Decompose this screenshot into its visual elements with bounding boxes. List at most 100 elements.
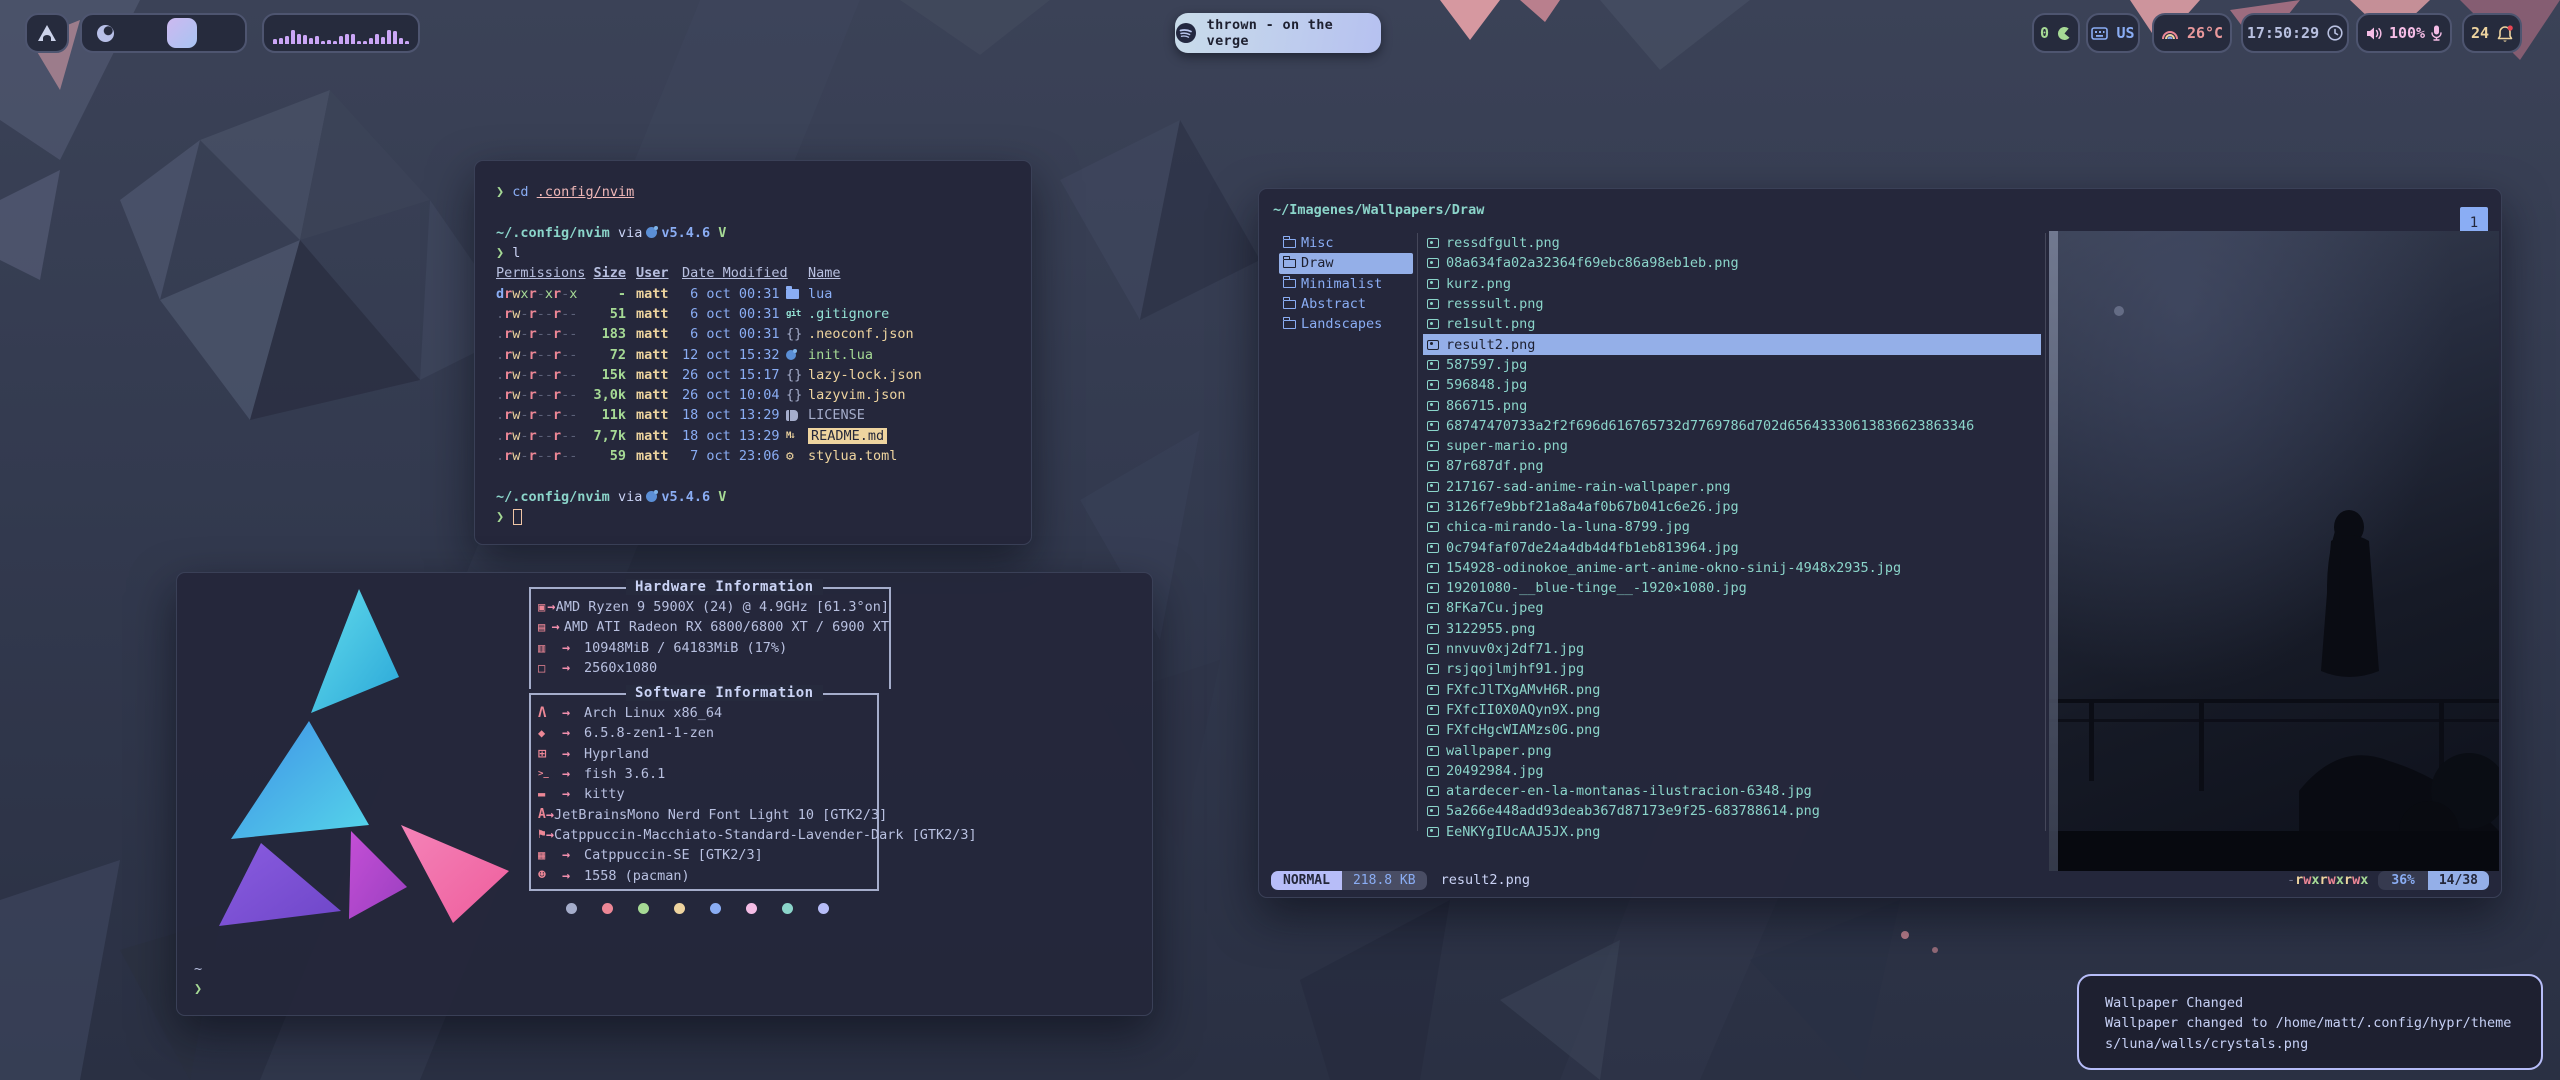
workspace-button[interactable] — [211, 18, 233, 48]
fetch-row: → 6.5.8-zen1-1-zen — [531, 723, 877, 743]
image-file-icon — [1427, 766, 1439, 776]
file-row[interactable]: re1sult.png — [1423, 314, 2041, 334]
software-info-box: Software Information → Arch Linux x86_64… — [529, 693, 879, 891]
image-file-icon — [1427, 603, 1439, 613]
file-name: 3122955.png — [1446, 621, 1535, 637]
fetch-row: → 2560x1080 — [531, 658, 889, 678]
terminal-cursor[interactable] — [513, 509, 522, 525]
file-owner: matt — [636, 387, 674, 403]
visualizer-bar — [351, 34, 355, 44]
file-row[interactable]: 3126f7e9bbf21a8a4af0b67b041c6e26.jpg — [1423, 497, 2041, 517]
visualizer-bar — [327, 40, 331, 44]
sidebar-folder[interactable]: Misc — [1279, 233, 1413, 253]
media-player-pill[interactable]: thrown - on the verge — [1175, 13, 1381, 53]
visualizer-bar — [363, 41, 367, 44]
file-row[interactable]: FXfcII0X0AQyn9X.png — [1423, 700, 2041, 720]
pacman-icon — [2057, 26, 2072, 41]
file-row[interactable]: nnvuv0xj2df71.jpg — [1423, 639, 2041, 659]
memory-icon — [538, 641, 562, 655]
file-row[interactable]: FXfcJlTXgAMvH6R.png — [1423, 680, 2041, 700]
markdown-icon — [786, 431, 795, 441]
fetch-value: Catppuccin-Macchiato-Standard-Lavender-D… — [554, 827, 977, 843]
file-row[interactable]: resssult.png — [1423, 294, 2041, 314]
updates-module[interactable]: 0 — [2032, 13, 2080, 53]
file-row[interactable]: FXfcHgcWIAMzs0G.png — [1423, 720, 2041, 740]
file-row[interactable]: 596848.jpg — [1423, 375, 2041, 395]
fetch-value: Arch Linux x86_64 — [584, 705, 722, 721]
packages-icon — [538, 868, 562, 883]
visualizer-bar — [345, 34, 349, 44]
file-row[interactable]: 587597.jpg — [1423, 355, 2041, 375]
file-row[interactable]: EeNKYgIUcAAJ5JX.png — [1423, 822, 2041, 842]
workspace-button[interactable] — [167, 18, 197, 48]
file-row[interactable]: 0c794faf07de24a4db4d4fb1eb813964.jpg — [1423, 537, 2041, 557]
file-row[interactable]: chica-mirando-la-luna-8799.jpg — [1423, 517, 2041, 537]
visualizer-bar — [405, 41, 409, 44]
image-file-icon — [1427, 502, 1439, 512]
fetch-row: → Catppuccin-SE [GTK2/3] — [531, 845, 877, 865]
fastfetch-window[interactable]: Hardware Information → AMD Ryzen 9 5900X… — [176, 572, 1153, 1016]
file-row[interactable]: 866715.png — [1423, 395, 2041, 415]
file-name: 8FKa7Cu.jpeg — [1446, 600, 1544, 616]
terminal-window[interactable]: ❯ cd .config/nvim ~/.config/nvim via v5.… — [474, 160, 1032, 545]
sidebar-folder[interactable]: Minimalist — [1279, 274, 1413, 294]
file-row[interactable]: 5a266e448add93deab367d87173e9f25-6837886… — [1423, 801, 2041, 821]
file-row[interactable]: 217167-sad-anime-rain-wallpaper.png — [1423, 477, 2041, 497]
lua-icon — [786, 350, 796, 360]
file-row[interactable]: kurz.png — [1423, 274, 2041, 294]
file-owner: matt — [636, 448, 674, 464]
image-file-icon — [1427, 401, 1439, 411]
file-row[interactable]: 08a634fa02a32364f69ebc86a98eb1eb.png — [1423, 253, 2041, 273]
file-row[interactable]: rsjqojlmjhf91.jpg — [1423, 659, 2041, 679]
selected-file-name: result2.png — [1441, 872, 1530, 888]
workspace-switcher — [80, 13, 247, 53]
file-row[interactable]: 87r687df.png — [1423, 456, 2041, 476]
sidebar-folder[interactable]: Landscapes — [1279, 314, 1413, 334]
theme-icon — [538, 827, 546, 842]
file-row[interactable]: super-mario.png — [1423, 436, 2041, 456]
file-row[interactable]: 8FKa7Cu.jpeg — [1423, 598, 2041, 618]
via-label: via — [618, 489, 642, 505]
image-file-icon — [1427, 827, 1439, 837]
file-row[interactable]: 154928-odinokoe_anime-art-anime-okno-sin… — [1423, 558, 2041, 578]
app-launcher-button[interactable] — [25, 13, 69, 53]
file-name: lazy-lock.json — [808, 367, 922, 383]
image-file-icon — [1427, 319, 1439, 329]
permissions: .rw-r--r-- — [496, 326, 584, 342]
arch-logo-icon — [38, 25, 56, 41]
file-row[interactable]: 20492984.jpg — [1423, 761, 2041, 781]
file-name: .neoconf.json — [808, 326, 914, 342]
sidebar-folder[interactable]: Draw — [1279, 253, 1413, 273]
wm-icon — [538, 746, 562, 762]
file-row[interactable]: result2.png — [1423, 334, 2041, 354]
file-size: 3,0k — [584, 387, 626, 403]
file-name: LICENSE — [808, 407, 865, 423]
font-icon — [538, 807, 546, 822]
sidebar-folder[interactable]: Abstract — [1279, 294, 1413, 314]
file-name: 68747470733a2f2f696d616765732d7769786d70… — [1446, 418, 1974, 434]
file-row[interactable]: ressdfgult.png — [1423, 233, 2041, 253]
volume-level: 100% — [2389, 24, 2425, 42]
workspace-button[interactable] — [95, 18, 117, 48]
file-row[interactable]: 3122955.png — [1423, 619, 2041, 639]
file-row[interactable]: atardecer-en-la-montanas-ilustracion-634… — [1423, 781, 2041, 801]
permissions: .rw-r--r-- — [496, 428, 584, 444]
audio-module[interactable]: 100% — [2356, 13, 2452, 53]
palette-dot — [710, 903, 721, 914]
permissions: .rw-r--r-- — [496, 407, 584, 423]
file-manager-window[interactable]: ~/Imagenes/Wallpapers/Draw 1 Misc Draw M… — [1258, 188, 2502, 898]
listing-header: Permissions Size User Date Modified Name — [496, 263, 1031, 283]
file-row[interactable]: 19201080-__blue-tinge__-1920×1080.jpg — [1423, 578, 2041, 598]
fetch-row: → JetBrainsMono Nerd Font Light 10 [GTK2… — [531, 804, 877, 824]
notification-popup[interactable]: Wallpaper Changed Wallpaper changed to /… — [2077, 974, 2543, 1070]
workspace-button[interactable] — [131, 18, 153, 48]
clock-module[interactable]: 17:50:29 — [2241, 13, 2349, 53]
file-name: lazyvim.json — [808, 387, 906, 403]
file-row[interactable]: 68747470733a2f2f696d616765732d7769786d70… — [1423, 416, 2041, 436]
visualizer-bar — [339, 36, 343, 44]
notifications-module[interactable]: 24 — [2462, 13, 2522, 53]
file-row[interactable]: wallpaper.png — [1423, 740, 2041, 760]
keyboard-layout-module[interactable]: US — [2086, 13, 2140, 53]
weather-module[interactable]: 26°C — [2152, 13, 2232, 53]
cpu-icon — [538, 600, 547, 614]
